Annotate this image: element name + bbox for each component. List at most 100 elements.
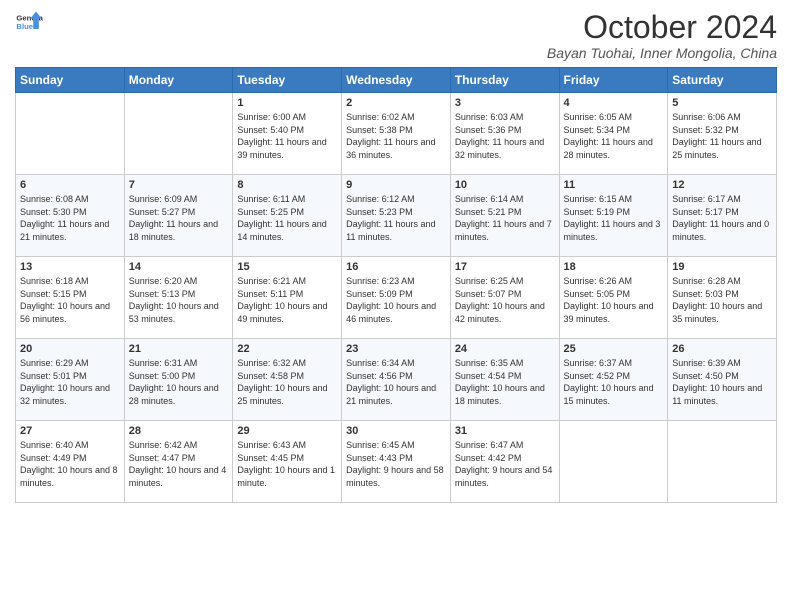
day-number: 10 [455,179,555,191]
day-info: Sunrise: 6:29 AM Sunset: 5:01 PM Dayligh… [20,357,120,407]
day-info: Sunrise: 6:25 AM Sunset: 5:07 PM Dayligh… [455,275,555,325]
calendar-cell: 18Sunrise: 6:26 AM Sunset: 5:05 PM Dayli… [559,257,668,339]
day-info: Sunrise: 6:42 AM Sunset: 4:47 PM Dayligh… [129,439,229,489]
day-number: 23 [346,343,446,355]
day-info: Sunrise: 6:15 AM Sunset: 5:19 PM Dayligh… [564,193,664,243]
calendar-cell: 31 Sunrise: 6:47 AM Sunset: 4:42 PM Dayli… [450,421,559,503]
calendar-cell: 30Sunrise: 6:45 AM Sunset: 4:43 PM Dayli… [342,421,451,503]
day-header-wednesday: Wednesday [342,68,451,93]
day-info: Sunrise: 6:37 AM Sunset: 4:52 PM Dayligh… [564,357,664,407]
day-info: Sunrise: 6:09 AM Sunset: 5:27 PM Dayligh… [129,193,229,243]
day-info: Sunrise: 6:02 AM Sunset: 5:38 PM Dayligh… [346,111,446,161]
day-number: 29 [237,425,337,437]
day-info: Sunrise: 6:11 AM Sunset: 5:25 PM Dayligh… [237,193,337,243]
day-header-thursday: Thursday [450,68,559,93]
calendar-cell: 23 Sunrise: 6:34 AM Sunset: 4:56 PM Dayli… [342,339,451,421]
calendar-cell: 19Sunrise: 6:28 AM Sunset: 5:03 PM Dayli… [668,257,777,339]
calendar-cell: 27 Sunrise: 6:40 AM Sunset: 4:49 PM Dayli… [16,421,125,503]
calendar-cell: 5 Sunrise: 6:06 AM Sunset: 5:32 PM Daylig… [668,93,777,175]
calendar-cell: 28Sunrise: 6:42 AM Sunset: 4:47 PM Dayli… [124,421,233,503]
page-header: General Blue October 2024 Bayan Tuohai, … [15,10,777,61]
calendar-cell: 26Sunrise: 6:39 AM Sunset: 4:50 PM Dayli… [668,339,777,421]
calendar-cell: 29 Sunrise: 6:43 AM Sunset: 4:45 PM Dayli… [233,421,342,503]
day-info: Sunrise: 6:34 AM Sunset: 4:56 PM Dayligh… [346,357,446,407]
day-number: 11 [564,179,664,191]
calendar-cell: 17 Sunrise: 6:25 AM Sunset: 5:07 PM Dayli… [450,257,559,339]
calendar-week-5: 27 Sunrise: 6:40 AM Sunset: 4:49 PM Dayli… [16,421,777,503]
calendar-cell: 11 Sunrise: 6:15 AM Sunset: 5:19 PM Dayli… [559,175,668,257]
day-number: 31 [455,425,555,437]
day-number: 21 [129,343,229,355]
day-info: Sunrise: 6:35 AM Sunset: 4:54 PM Dayligh… [455,357,555,407]
calendar-cell: 4 Sunrise: 6:05 AM Sunset: 5:34 PM Daylig… [559,93,668,175]
day-info: Sunrise: 6:32 AM Sunset: 4:58 PM Dayligh… [237,357,337,407]
calendar-header-row: SundayMondayTuesdayWednesdayThursdayFrid… [16,68,777,93]
day-info: Sunrise: 6:43 AM Sunset: 4:45 PM Dayligh… [237,439,337,489]
day-header-sunday: Sunday [16,68,125,93]
day-number: 3 [455,97,555,109]
day-info: Sunrise: 6:00 AM Sunset: 5:40 PM Dayligh… [237,111,337,161]
day-info: Sunrise: 6:20 AM Sunset: 5:13 PM Dayligh… [129,275,229,325]
day-info: Sunrise: 6:18 AM Sunset: 5:15 PM Dayligh… [20,275,120,325]
day-info: Sunrise: 6:14 AM Sunset: 5:21 PM Dayligh… [455,193,555,243]
day-number: 8 [237,179,337,191]
day-info: Sunrise: 6:08 AM Sunset: 5:30 PM Dayligh… [20,193,120,243]
day-info: Sunrise: 6:21 AM Sunset: 5:11 PM Dayligh… [237,275,337,325]
day-number: 1 [237,97,337,109]
day-info: Sunrise: 6:06 AM Sunset: 5:32 PM Dayligh… [672,111,772,161]
calendar-cell: 24 Sunrise: 6:35 AM Sunset: 4:54 PM Dayli… [450,339,559,421]
calendar-cell: 2 Sunrise: 6:02 AM Sunset: 5:38 PM Daylig… [342,93,451,175]
day-info: Sunrise: 6:23 AM Sunset: 5:09 PM Dayligh… [346,275,446,325]
calendar-cell: 16 Sunrise: 6:23 AM Sunset: 5:09 PM Dayli… [342,257,451,339]
calendar-cell: 13 Sunrise: 6:18 AM Sunset: 5:15 PM Dayli… [16,257,125,339]
calendar-cell [16,93,125,175]
day-number: 12 [672,179,772,191]
calendar-week-2: 6 Sunrise: 6:08 AM Sunset: 5:30 PM Daylig… [16,175,777,257]
calendar-cell: 15 Sunrise: 6:21 AM Sunset: 5:11 PM Dayli… [233,257,342,339]
day-header-tuesday: Tuesday [233,68,342,93]
calendar-cell [559,421,668,503]
calendar-cell: 3 Sunrise: 6:03 AM Sunset: 5:36 PM Daylig… [450,93,559,175]
calendar-cell: 7Sunrise: 6:09 AM Sunset: 5:27 PM Daylig… [124,175,233,257]
calendar-cell: 21 Sunrise: 6:31 AM Sunset: 5:00 PM Dayli… [124,339,233,421]
calendar-cell: 6 Sunrise: 6:08 AM Sunset: 5:30 PM Daylig… [16,175,125,257]
day-info: Sunrise: 6:40 AM Sunset: 4:49 PM Dayligh… [20,439,120,489]
calendar-cell: 25 Sunrise: 6:37 AM Sunset: 4:52 PM Dayli… [559,339,668,421]
day-number: 25 [564,343,664,355]
day-info: Sunrise: 6:03 AM Sunset: 5:36 PM Dayligh… [455,111,555,161]
day-header-friday: Friday [559,68,668,93]
day-number: 2 [346,97,446,109]
day-info: Sunrise: 6:17 AM Sunset: 5:17 PM Dayligh… [672,193,772,243]
calendar-cell: 20 Sunrise: 6:29 AM Sunset: 5:01 PM Dayli… [16,339,125,421]
day-number: 26 [672,343,772,355]
day-number: 24 [455,343,555,355]
day-number: 6 [20,179,120,191]
day-number: 14 [129,261,229,273]
title-block: October 2024 Bayan Tuohai, Inner Mongoli… [547,10,777,61]
day-number: 5 [672,97,772,109]
day-number: 20 [20,343,120,355]
day-header-monday: Monday [124,68,233,93]
day-number: 4 [564,97,664,109]
calendar-week-4: 20 Sunrise: 6:29 AM Sunset: 5:01 PM Dayli… [16,339,777,421]
day-number: 13 [20,261,120,273]
calendar-cell: 8 Sunrise: 6:11 AM Sunset: 5:25 PM Daylig… [233,175,342,257]
calendar-week-3: 13 Sunrise: 6:18 AM Sunset: 5:15 PM Dayli… [16,257,777,339]
calendar-cell [668,421,777,503]
day-info: Sunrise: 6:31 AM Sunset: 5:00 PM Dayligh… [129,357,229,407]
day-number: 17 [455,261,555,273]
day-number: 15 [237,261,337,273]
day-info: Sunrise: 6:12 AM Sunset: 5:23 PM Dayligh… [346,193,446,243]
calendar-cell: 22Sunrise: 6:32 AM Sunset: 4:58 PM Dayli… [233,339,342,421]
calendar-cell: 10 Sunrise: 6:14 AM Sunset: 5:21 PM Dayli… [450,175,559,257]
calendar-cell: 9 Sunrise: 6:12 AM Sunset: 5:23 PM Daylig… [342,175,451,257]
calendar-table: SundayMondayTuesdayWednesdayThursdayFrid… [15,67,777,503]
day-info: Sunrise: 6:45 AM Sunset: 4:43 PM Dayligh… [346,439,446,489]
day-info: Sunrise: 6:47 AM Sunset: 4:42 PM Dayligh… [455,439,555,489]
day-number: 27 [20,425,120,437]
day-number: 9 [346,179,446,191]
svg-text:Blue: Blue [16,22,33,31]
day-number: 16 [346,261,446,273]
logo-icon: General Blue [15,8,43,36]
day-info: Sunrise: 6:05 AM Sunset: 5:34 PM Dayligh… [564,111,664,161]
